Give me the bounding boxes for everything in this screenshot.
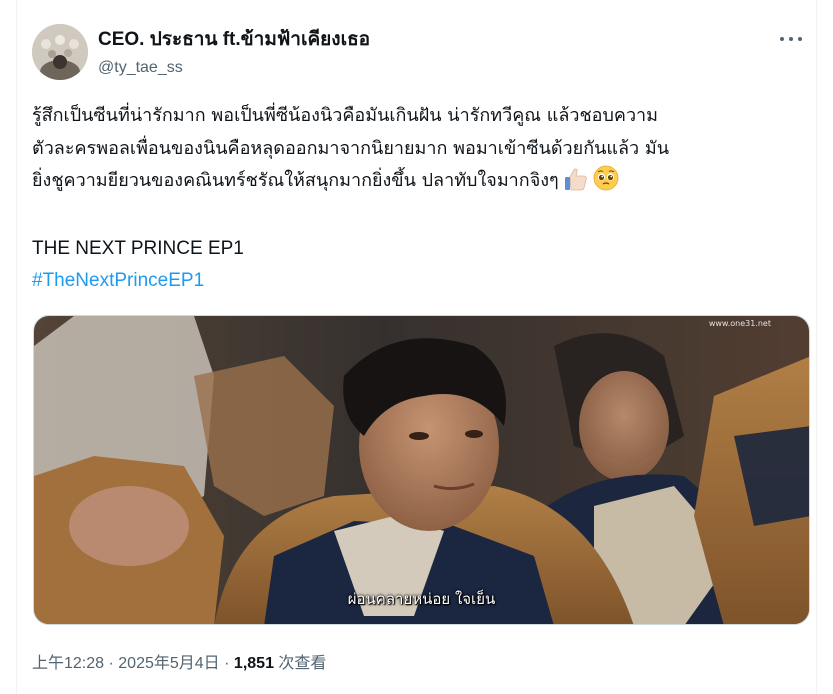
- tweet-meta: 上午12:28 · 2025年5月4日 · 1,851 次查看: [32, 653, 326, 675]
- avatar[interactable]: [32, 24, 88, 80]
- tweet-date[interactable]: 2025年5月4日: [118, 655, 219, 672]
- views-count: 1,851: [233, 655, 274, 672]
- pleading-face-emoji: [593, 165, 619, 203]
- meta-separator: ·: [224, 655, 230, 672]
- hashtag-link[interactable]: #TheNextPrinceEP1: [32, 268, 204, 294]
- more-options-icon[interactable]: [776, 28, 806, 50]
- author-handle[interactable]: @ty_tae_ss: [98, 57, 370, 79]
- thumbs-up-emoji: [563, 167, 589, 203]
- author-names: CEO. ประธาน ft.ข้ามฟ้าเคียงเธอ @ty_tae_s…: [98, 28, 370, 79]
- avatar-image: [32, 24, 88, 80]
- tweet-media-video[interactable]: www.one31.net ผ่อนคลายหน่อย ใจเย็น: [33, 315, 810, 625]
- tweet-text-line: ยิ่งชูความยียวนของคณินทร์ชรัณให้สนุกมากย…: [32, 165, 812, 203]
- tweet-text-line: รู้สึกเป็นซีนที่น่ารักมาก พอเป็นพี่ซีน้อ…: [32, 105, 659, 126]
- tweet-text: รู้สึกเป็นซีนที่น่ารักมาก พอเป็นพี่ซีน้อ…: [32, 100, 812, 203]
- meta-separator: ·: [108, 655, 114, 672]
- video-watermark: www.one31.net: [708, 319, 771, 328]
- views-label: 次查看: [278, 655, 327, 672]
- tweet-text-line: ตัวละครพอลเพื่อนของนินคือหลุดออกมาจากนิย…: [32, 137, 670, 159]
- tweet-header: CEO. ประธาน ft.ข้ามฟ้าเคียงเธอ @ty_tae_s…: [32, 24, 812, 80]
- video-subtitle: ผ่อนคลายหน่อย ใจเย็น: [347, 590, 496, 608]
- video-frame-image: [34, 316, 809, 624]
- tweet-title-line: THE NEXT PRINCE EP1: [32, 238, 244, 259]
- tweet-time[interactable]: 上午12:28: [32, 655, 104, 672]
- author-display-name[interactable]: CEO. ประธาน ft.ข้ามฟ้าเคียงเธอ: [98, 28, 370, 52]
